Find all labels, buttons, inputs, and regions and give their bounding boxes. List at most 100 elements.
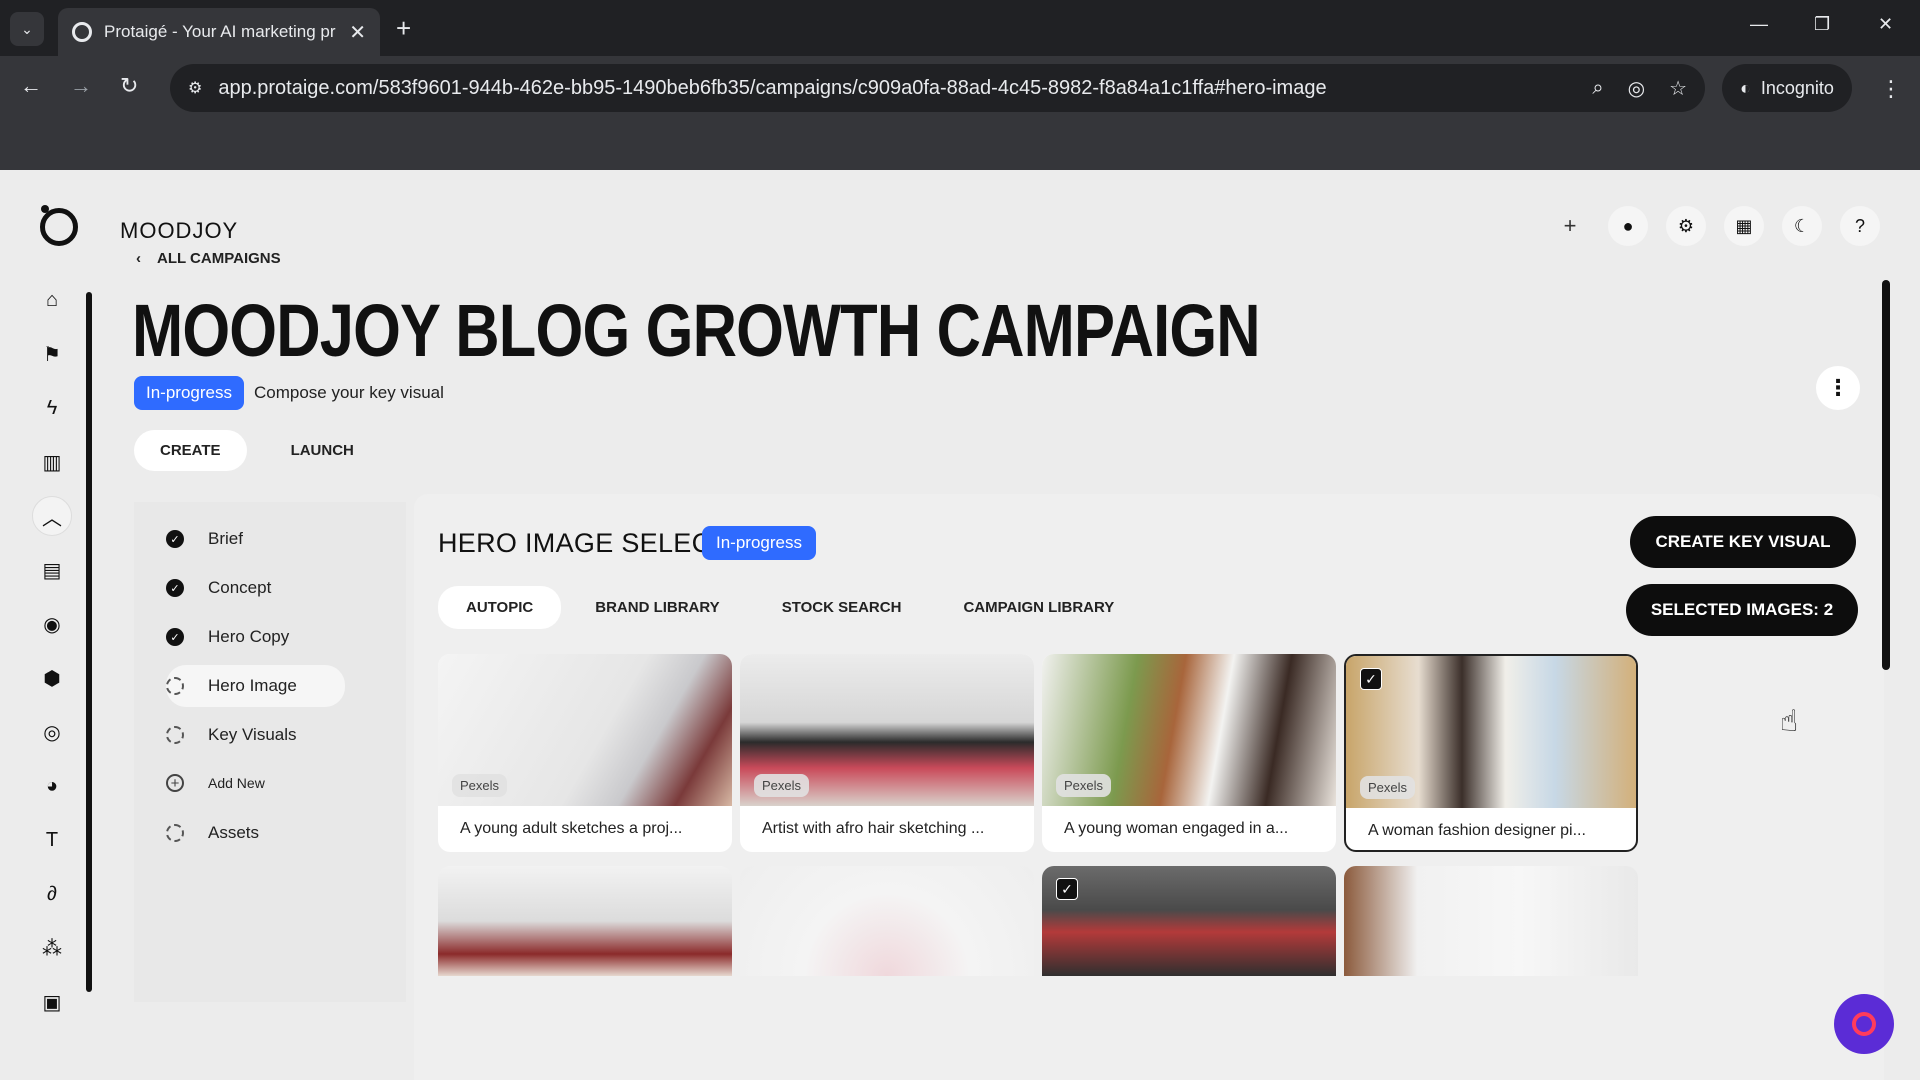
browser-menu-icon[interactable]: ⋮ xyxy=(1880,76,1902,102)
bolt-icon[interactable]: ϟ xyxy=(32,388,72,428)
check-circle-icon: ✓ xyxy=(166,628,184,646)
minimize-button[interactable]: — xyxy=(1750,14,1768,35)
plus-circle-icon: + xyxy=(166,774,184,792)
book-icon[interactable]: ▥ xyxy=(32,442,72,482)
url-text[interactable]: app.protaige.com/583f9601-944b-462e-bb95… xyxy=(218,77,1568,100)
incognito-label: Incognito xyxy=(1760,77,1834,98)
restore-button[interactable]: ❐ xyxy=(1814,14,1830,35)
toolbar-strip xyxy=(0,120,1920,170)
create-key-visual-button[interactable]: CREATE KEY VISUAL xyxy=(1630,516,1856,568)
close-window-button[interactable]: ✕ xyxy=(1878,14,1893,35)
app-logo[interactable] xyxy=(40,205,78,246)
campaign-status-text: Compose your key visual xyxy=(253,383,444,402)
text-icon[interactable]: T xyxy=(32,820,72,860)
back-button[interactable]: ← xyxy=(20,72,42,100)
new-tab-button[interactable]: + xyxy=(396,14,411,42)
image-card[interactable] xyxy=(438,866,732,976)
pending-circle-icon xyxy=(166,726,184,744)
target-icon[interactable]: ◎ xyxy=(32,712,72,752)
step-label: Assets xyxy=(208,823,260,842)
sidebar-nav: ⌂ ⚑ ϟ ▥ ︿ ▤ ◉ ⬢ ◎ ◕ T ∂ ⁂ ▣ xyxy=(24,280,82,1060)
reload-button[interactable]: ↻ xyxy=(120,72,138,100)
collapse-icon[interactable]: ︿ xyxy=(32,496,72,536)
section-status-badge: In-progress xyxy=(702,526,816,560)
home-icon[interactable]: ⌂ xyxy=(32,280,72,320)
image-icon[interactable]: ▣ xyxy=(32,982,72,1022)
step-label: Hero Copy xyxy=(208,627,290,646)
sidebar-scrollbar[interactable] xyxy=(86,292,92,992)
image-card[interactable] xyxy=(740,866,1034,976)
box-icon[interactable]: ⬢ xyxy=(32,658,72,698)
step-add-new[interactable]: + Add New xyxy=(166,762,265,804)
step-label: Add New xyxy=(208,775,265,791)
incognito-icon: ◐ xyxy=(1740,77,1751,98)
check-circle-icon: ✓ xyxy=(166,579,184,597)
step-label: Key Visuals xyxy=(208,725,297,744)
tab-launch[interactable]: LAUNCH xyxy=(265,430,380,471)
tab-brand-library[interactable]: BRAND LIBRARY xyxy=(567,586,747,629)
image-card[interactable]: Pexels Artist with afro hair sketching .… xyxy=(740,654,1034,852)
step-hero-image[interactable]: Hero Image xyxy=(166,665,345,707)
step-label: Brief xyxy=(208,529,243,548)
close-tab-icon[interactable]: ✕ xyxy=(349,20,366,45)
document-icon[interactable]: ▤ xyxy=(32,550,72,590)
all-campaigns-label: ALL CAMPAIGNS xyxy=(157,250,281,267)
image-card-selected[interactable]: ✓ xyxy=(1042,866,1336,976)
tab-list-button[interactable]: ⌄ xyxy=(10,12,44,46)
tab-autopic[interactable]: AUTOPIC xyxy=(438,586,562,629)
campaign-status-badge: In-progress xyxy=(134,376,244,410)
image-caption: A woman fashion designer pi... xyxy=(1368,822,1586,839)
step-label: Hero Image xyxy=(208,676,297,695)
image-caption: A young adult sketches a proj... xyxy=(460,820,683,837)
image-card[interactable]: Pexels A young adult sketches a proj... xyxy=(438,654,732,852)
step-label: Concept xyxy=(208,578,272,597)
site-info-icon[interactable]: ⚙ xyxy=(188,78,202,98)
step-brief[interactable]: ✓ Brief xyxy=(166,518,243,560)
campaign-title: MOODJOY BLOG GROWTH CAMPAIGN xyxy=(132,289,1261,372)
step-hero-copy[interactable]: ✓ Hero Copy xyxy=(166,616,289,658)
address-bar[interactable]: ⚙ app.protaige.com/583f9601-944b-462e-bb… xyxy=(170,64,1705,112)
people-icon[interactable]: ⁂ xyxy=(32,928,72,968)
campaign-status-row: In-progress Compose your key visual xyxy=(134,376,444,410)
eye-off-icon[interactable]: ◎ xyxy=(1628,76,1645,101)
image-card-selected[interactable]: ✓ Pexels A woman fashion designer pi... xyxy=(1344,654,1638,852)
tab-stock-search[interactable]: STOCK SEARCH xyxy=(754,586,930,629)
zoom-icon[interactable]: ⌕ xyxy=(1592,77,1603,100)
pending-circle-icon xyxy=(166,677,184,695)
step-key-visuals[interactable]: Key Visuals xyxy=(166,714,297,756)
forward-button[interactable]: → xyxy=(70,72,92,100)
step-concept[interactable]: ✓ Concept xyxy=(166,567,271,609)
hero-image-panel: HERO IMAGE SELECTION In-progress AUTOPIC… xyxy=(414,494,1884,1080)
tab-title: Protaigé - Your AI marketing pr xyxy=(104,22,336,41)
incognito-badge[interactable]: ◐ Incognito xyxy=(1722,64,1852,112)
browser-tab[interactable]: Protaigé - Your AI marketing pr ✕ xyxy=(58,8,380,56)
selected-images-button[interactable]: SELECTED IMAGES: 2 xyxy=(1626,584,1858,636)
checkbox-checked-icon[interactable]: ✓ xyxy=(1056,878,1078,900)
tab-create[interactable]: CREATE xyxy=(134,430,247,471)
image-caption: Artist with afro hair sketching ... xyxy=(762,820,985,837)
app-root: MOODJOY + ● ⚙ ▦ ☾ ? ⌂ ⚑ ϟ ▥ ︿ ▤ ◉ ⬢ ◎ ◕ … xyxy=(0,170,1920,1080)
main-scrollbar[interactable] xyxy=(1882,280,1890,670)
step-assets[interactable]: Assets xyxy=(166,812,259,854)
source-tabs: AUTOPIC BRAND LIBRARY STOCK SEARCH CAMPA… xyxy=(438,586,1142,629)
favicon-icon xyxy=(72,22,92,42)
source-badge: Pexels xyxy=(1360,776,1416,799)
campaign-icon[interactable]: ⚑ xyxy=(32,334,72,374)
source-badge: Pexels xyxy=(1056,774,1112,797)
signature-icon[interactable]: ∂ xyxy=(32,874,72,914)
chat-launcher-button[interactable] xyxy=(1834,994,1894,1054)
star-icon[interactable]: ☆ xyxy=(1669,76,1687,101)
tab-campaign-library[interactable]: CAMPAIGN LIBRARY xyxy=(935,586,1142,629)
image-card[interactable] xyxy=(1344,866,1638,976)
browser-toolbar: ← → ↻ ⚙ app.protaige.com/583f9601-944b-4… xyxy=(0,56,1920,120)
check-circle-icon: ✓ xyxy=(166,530,184,548)
browser-tabbar: ⌄ Protaigé - Your AI marketing pr ✕ + — … xyxy=(0,0,1920,56)
palette-icon[interactable]: ◕ xyxy=(32,766,72,806)
phase-tabs: CREATE LAUNCH xyxy=(134,430,380,471)
target-user-icon[interactable]: ◉ xyxy=(32,604,72,644)
more-options-icon[interactable]: ⋮ xyxy=(1816,366,1860,410)
image-caption: A young woman engaged in a... xyxy=(1064,820,1289,837)
image-card[interactable]: Pexels A young woman engaged in a... xyxy=(1042,654,1336,852)
all-campaigns-link[interactable]: ‹ ALL CAMPAIGNS xyxy=(136,250,281,267)
checkbox-checked-icon[interactable]: ✓ xyxy=(1360,668,1382,690)
